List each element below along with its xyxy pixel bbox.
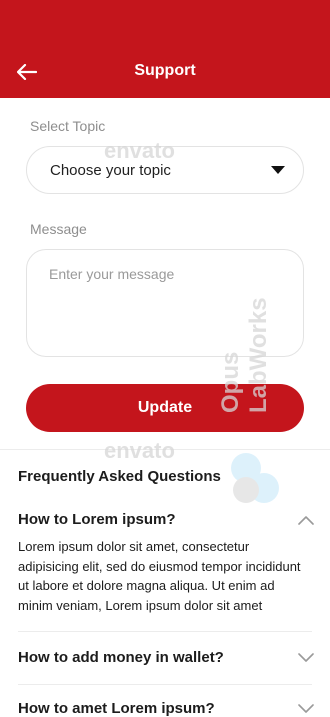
app-header: Support bbox=[0, 0, 330, 98]
update-button[interactable]: Update bbox=[26, 384, 304, 432]
message-label: Message bbox=[30, 221, 87, 237]
faq-question-2[interactable]: How to add money in wallet? bbox=[18, 649, 224, 666]
faq-title: Frequently Asked Questions bbox=[18, 468, 221, 485]
page-title: Support bbox=[134, 62, 196, 79]
chevron-up-icon[interactable] bbox=[298, 515, 314, 525]
faq-divider bbox=[18, 631, 312, 632]
chevron-down-icon[interactable] bbox=[298, 653, 314, 663]
topic-select-value: Choose your topic bbox=[50, 162, 171, 179]
topic-select[interactable]: Choose your topic bbox=[26, 146, 304, 194]
chevron-down-icon[interactable] bbox=[298, 704, 314, 714]
message-input[interactable] bbox=[26, 249, 304, 357]
faq-question-3[interactable]: How to amet Lorem ipsum? bbox=[18, 700, 215, 717]
topic-label: Select Topic bbox=[30, 118, 106, 134]
faq-answer-1: Lorem ipsum dolor sit amet, consectetur … bbox=[18, 539, 301, 613]
faq-divider bbox=[18, 684, 312, 685]
caret-down-icon bbox=[271, 166, 285, 174]
opus-logo-icon bbox=[231, 453, 279, 503]
faq-question-1[interactable]: How to Lorem ipsum? bbox=[18, 511, 176, 528]
envato-watermark: envato bbox=[104, 438, 175, 463]
